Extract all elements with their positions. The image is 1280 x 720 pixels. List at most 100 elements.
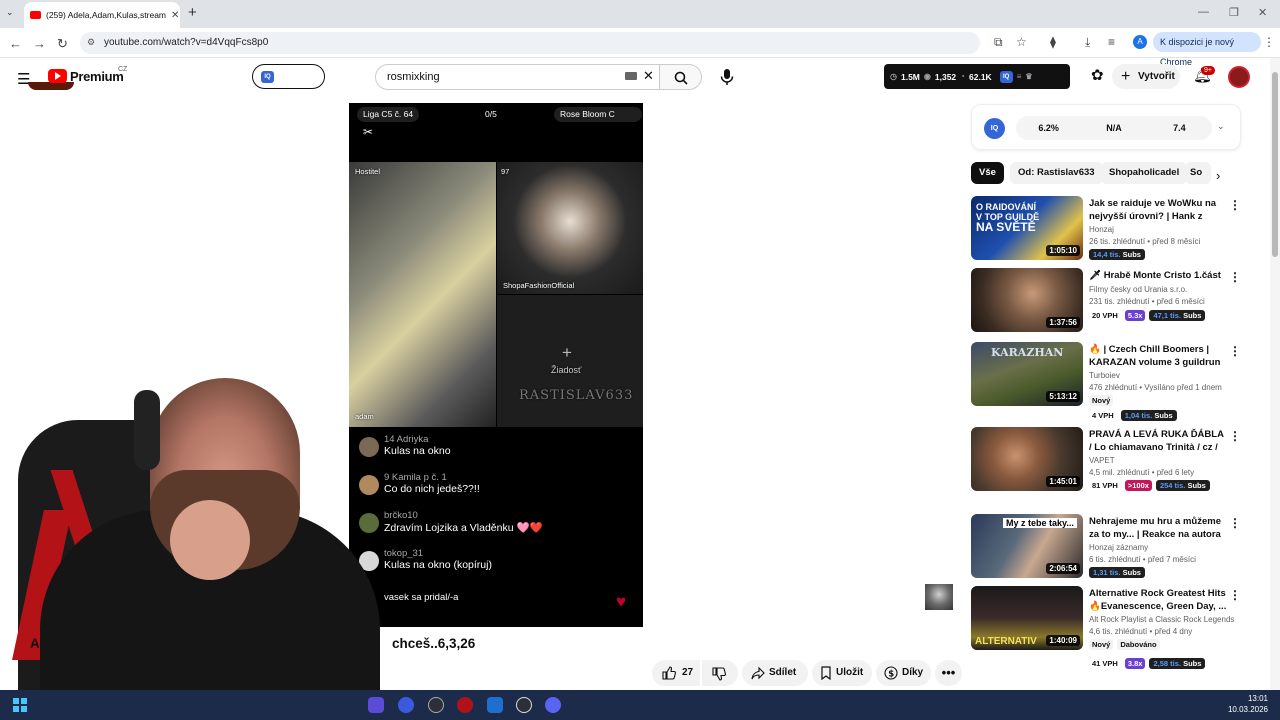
windows-start-icon[interactable] — [13, 698, 27, 712]
more-actions-button[interactable]: ••• — [935, 660, 962, 686]
download-icon[interactable]: ⤓ — [1085, 35, 1090, 50]
save-button[interactable]: Uložit — [812, 660, 872, 686]
rose-bloom-badge: Rose Bloom C — [554, 107, 642, 122]
more-vertical-icon[interactable]: ⋮ — [1229, 344, 1241, 358]
iq-panel-logo-icon: IQ — [984, 118, 1005, 139]
create-button[interactable]: + Vytvořit — [1112, 64, 1180, 89]
vph-badge: 41 VPH — [1092, 659, 1118, 668]
recommended-video[interactable]: O RAIDOVÁNÍ V TOP GUILDĚ NA SVĚTĚ 1:05:10 … — [971, 196, 1246, 262]
chip-more[interactable]: So — [1185, 162, 1211, 184]
extensions-puzzle-icon[interactable]: ⧫ — [1050, 35, 1056, 49]
chip-from-channel[interactable]: Od: Rastislav633 — [1010, 162, 1103, 184]
site-settings-icon[interactable]: ⚙ — [87, 37, 95, 48]
app-blue-icon[interactable] — [487, 697, 503, 713]
video-thumbnail[interactable]: 1:45:01 — [971, 427, 1083, 491]
capcut-logo-icon: ✂ — [363, 125, 374, 139]
video-thumbnail[interactable]: ALTERNATIV 1:40:09 — [971, 586, 1083, 650]
clear-search-icon[interactable]: ✕ — [643, 68, 654, 84]
video-title[interactable]: PRAVÁ A LEVÁ RUKA ĎÁBLA / Lo chiamavano … — [1089, 428, 1227, 454]
reload-icon[interactable]: ↻ — [57, 36, 68, 52]
recommended-video[interactable]: 1:45:01 PRAVÁ A LEVÁ RUKA ĎÁBLA / Lo chi… — [971, 427, 1246, 493]
video-title[interactable]: 🔥 | Czech Chill Boomers | KARAZAN volume… — [1089, 343, 1227, 369]
video-title[interactable]: 🗡 Hrabě Monte Cristo 1.část — [1089, 269, 1227, 282]
recommended-video[interactable]: KARAZHAN 5:13:12 🔥 | Czech Chill Boomers… — [971, 342, 1246, 421]
like-button[interactable]: 27 — [652, 660, 700, 686]
chip-all[interactable]: Vše — [971, 162, 1004, 184]
share-button[interactable]: Sdílet — [742, 660, 808, 686]
new-tab-plus-icon[interactable]: + — [188, 4, 197, 21]
voice-search-button[interactable] — [714, 64, 740, 90]
chrome-menu-icon[interactable]: ⋮ — [1263, 35, 1275, 49]
dislike-button[interactable] — [702, 660, 738, 686]
channel-name[interactable]: VAPET — [1089, 456, 1115, 465]
more-vertical-icon[interactable]: ⋮ — [1229, 588, 1241, 602]
trophy-icon[interactable]: ♛ — [1025, 72, 1032, 81]
thumb-icon: ◔ — [960, 72, 965, 81]
more-vertical-icon[interactable]: ⋮ — [1229, 270, 1241, 284]
video-title[interactable]: Jak se raiduje ve WoWku na nejvyšší úrov… — [1089, 197, 1227, 223]
search-input[interactable]: rosmixking — [375, 64, 660, 90]
more-vertical-icon[interactable]: ⋮ — [1229, 429, 1241, 443]
video-thumbnail[interactable]: My z tebe taky... 2:06:54 — [971, 514, 1083, 578]
maximize-icon[interactable]: ❐ — [1229, 6, 1239, 19]
minimize-icon[interactable]: — — [1198, 6, 1209, 18]
filter-icon[interactable]: ≡ — [1017, 72, 1022, 81]
video-title[interactable]: Nehrajeme mu hru a můžeme za to my... | … — [1089, 515, 1227, 541]
channel-name[interactable]: Honzaj záznamy — [1089, 543, 1148, 552]
chrome-taskbar-icon[interactable] — [516, 697, 532, 713]
discord-icon[interactable] — [545, 697, 561, 713]
more-vertical-icon[interactable]: ⋮ — [1229, 516, 1241, 530]
profile-avatar[interactable]: A — [1133, 35, 1147, 49]
recommended-video[interactable]: ALTERNATIV 1:40:09 Alternative Rock Grea… — [971, 586, 1246, 669]
window-close-icon[interactable]: ✕ — [1258, 6, 1267, 19]
messenger-icon[interactable] — [398, 697, 414, 713]
channel-name[interactable]: Turboiev — [1089, 371, 1120, 380]
channel-name[interactable]: Honzaj — [1089, 225, 1114, 234]
search-button[interactable] — [660, 64, 702, 90]
video-player[interactable]: Liga C5 č. 64 0/5 Rose Bloom C ✂ Hostite… — [349, 103, 643, 627]
thumbnail-text: My z tebe taky... — [1003, 518, 1077, 528]
video-thumbnail[interactable]: 1:37:56 — [971, 268, 1083, 332]
channel-name[interactable]: Alt Rock Playlist a Classic Rock Legends — [1089, 615, 1234, 624]
forward-arrow-icon[interactable]: → — [33, 36, 46, 51]
scrollbar-thumb[interactable] — [1272, 72, 1278, 257]
mini-thumbnail[interactable] — [925, 584, 953, 610]
chevron-right-icon[interactable]: › — [1216, 168, 1220, 183]
bookmark-star-icon[interactable]: ☆ — [1016, 35, 1027, 49]
thumbs-up-icon — [662, 666, 676, 680]
browser-tab-active[interactable]: (259) Adela,Adam,Kulas,stream ✕ — [24, 2, 180, 28]
thanks-button[interactable]: $ Díky — [876, 660, 931, 686]
video-thumbnail[interactable]: O RAIDOVÁNÍ V TOP GUILDĚ NA SVĚTĚ 1:05:10 — [971, 196, 1083, 260]
chrome-update-button[interactable]: K dispozici je nový Chrome — [1153, 32, 1261, 67]
video-title[interactable]: Alternative Rock Greatest Hits 🔥Evanesce… — [1089, 587, 1227, 613]
iq-stats-icon[interactable]: IQ — [999, 70, 1013, 83]
app-w-icon[interactable] — [428, 697, 444, 713]
teams-icon[interactable] — [368, 697, 384, 713]
add-guest-plus-icon[interactable]: + — [562, 343, 572, 363]
cast-shortcut-icon[interactable]: ✿ — [1091, 66, 1104, 84]
chip-shopaholicadel[interactable]: Shopaholicadel — [1101, 162, 1188, 184]
system-clock[interactable]: 13:01 10.03.2026 — [1222, 693, 1268, 715]
chevron-down-icon[interactable]: ⌄ — [1217, 121, 1225, 132]
iq-toggle-button[interactable]: IQ — [252, 64, 325, 89]
tab-close-icon[interactable]: ✕ — [171, 10, 179, 21]
recommended-video[interactable]: 1:37:56 🗡 Hrabě Monte Cristo 1.část Film… — [971, 268, 1246, 334]
svg-text:$: $ — [888, 669, 894, 679]
keyboard-icon[interactable] — [625, 72, 637, 80]
heart-icon[interactable]: ♥ — [616, 592, 626, 612]
back-arrow-icon[interactable]: ← — [9, 36, 22, 51]
channel-name[interactable]: Filmy česky od Urania s.r.o. — [1089, 285, 1187, 294]
video-thumbnail[interactable]: KARAZHAN 5:13:12 — [971, 342, 1083, 406]
youtube-logo-icon[interactable] — [48, 69, 67, 83]
tab-list-chevron-icon[interactable]: ⌄ — [6, 7, 14, 18]
url-field[interactable]: youtube.com/watch?v=d4VqqFcs8p0 — [80, 32, 980, 54]
vph-badge: 20 VPH — [1092, 311, 1118, 320]
app-red-icon[interactable] — [457, 697, 473, 713]
account-avatar[interactable] — [1228, 66, 1250, 88]
cast-icon[interactable]: ⧉ — [994, 35, 1003, 50]
premium-label[interactable]: Premium — [70, 69, 124, 84]
media-queue-icon[interactable]: ≡ — [1108, 35, 1115, 49]
more-vertical-icon[interactable]: ⋮ — [1229, 198, 1241, 212]
recommended-video[interactable]: My z tebe taky... 2:06:54 Nehrajeme mu h… — [971, 514, 1246, 580]
clock-icon: ◷ — [890, 72, 897, 81]
